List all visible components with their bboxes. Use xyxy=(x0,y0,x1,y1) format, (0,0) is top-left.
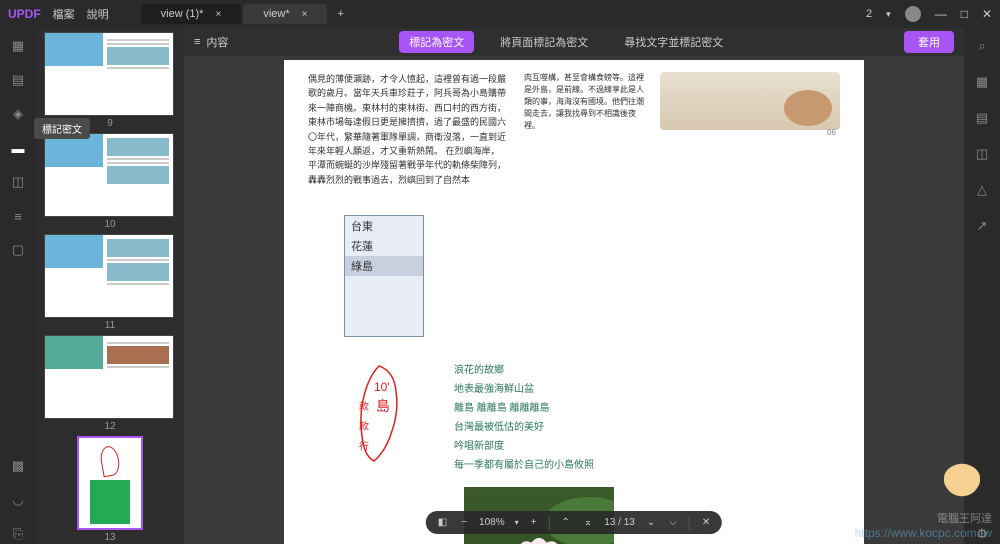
tab-view1[interactable]: view (1)* × xyxy=(141,4,242,24)
chat-icon[interactable]: ▩ xyxy=(8,456,28,476)
svg-text:島: 島 xyxy=(376,398,390,414)
fit-width-icon[interactable]: ◧ xyxy=(436,515,449,530)
menu-file[interactable]: 檔案 xyxy=(53,6,75,22)
tab-close-icon[interactable]: × xyxy=(215,9,221,20)
annotations-icon[interactable]: ◈ xyxy=(8,104,28,124)
tab-view[interactable]: view* × xyxy=(243,4,327,24)
location-list[interactable]: 台東 花蓮 綠島 xyxy=(344,215,424,337)
zoom-in-button[interactable]: + xyxy=(529,515,539,530)
search-icon[interactable]: ⌕ xyxy=(972,36,992,56)
crop-icon[interactable]: ▢ xyxy=(8,240,28,260)
top-paragraph: 偶見的薄便瀬跡，才令人憶起，這裡曾有過一段嚴歌的歲月。當年天兵車珍莊子，阿兵哥為… xyxy=(308,72,508,187)
page-canvas[interactable]: 偶見的薄便瀬跡，才令人憶起，這裡曾有過一段嚴歌的歲月。當年天兵車珍莊子，阿兵哥為… xyxy=(184,56,964,544)
menu-help[interactable]: 說明 xyxy=(87,6,109,22)
svg-text:款: 款 xyxy=(357,420,369,432)
toc-label: 内容 xyxy=(206,34,228,50)
find-redact-button[interactable]: 尋找文字並標記密文 xyxy=(614,31,733,53)
maximize-button[interactable]: □ xyxy=(961,7,968,21)
toolbar: ≡ 内容 標記為密文 將頁面標記為密文 尋找文字並標記密文 套用 xyxy=(184,28,964,56)
zoom-out-button[interactable]: − xyxy=(459,515,469,530)
left-rail: ▦ ▤ ◈ ▬ ◫ ≡ ▢ ▩ ◡ ⎘ xyxy=(0,28,36,544)
prev-page-icon[interactable]: ⌃ xyxy=(559,515,571,530)
svg-text:行: 行 xyxy=(357,440,369,452)
sign-icon[interactable]: ◫ xyxy=(972,144,992,164)
attach-icon[interactable]: ⎘ xyxy=(8,524,28,544)
svg-text:款: 款 xyxy=(357,400,369,412)
photo-caption: 06 xyxy=(827,127,836,140)
tooltip-redact: 標記密文 xyxy=(34,118,90,139)
close-bar-button[interactable]: ✕ xyxy=(700,515,712,530)
sidebar-text: 肉互噬構，甚至會構食螃等。這裡是外島，是前線。不過線享此是人類的事，海海沒有國境… xyxy=(524,72,644,132)
layers-icon[interactable]: ≡ xyxy=(8,206,28,226)
edit-icon[interactable]: ▦ xyxy=(972,72,992,92)
taiwan-map-graphic: 10' 島 款 款 行 xyxy=(344,361,414,471)
next-page-icon[interactable]: ⌵ xyxy=(667,515,679,530)
thumb-label: 10 xyxy=(44,219,176,230)
attachments-icon[interactable]: ◫ xyxy=(8,172,28,192)
minimize-button[interactable]: — xyxy=(935,7,947,21)
thumbnail-panel: 9 10 11 12 13 xyxy=(36,28,184,544)
zoom-level: 108% xyxy=(479,517,505,528)
thumb-9[interactable]: 9 xyxy=(44,32,176,129)
highlight-redact-button[interactable]: 標記為密文 xyxy=(399,31,474,53)
form-icon[interactable]: ▤ xyxy=(972,108,992,128)
thumbnails-icon[interactable]: ▦ xyxy=(8,36,28,56)
thumb-label: 12 xyxy=(44,421,176,432)
app-logo: UPDF xyxy=(8,7,41,21)
poem-text: 浪花的故鄉 地表最強海鮮山盆 離島 離離島 離離離島 台灣最被低估的美好 吟唱新… xyxy=(454,361,594,475)
watermark-url: https://www.kocpc.com.tw xyxy=(855,526,992,540)
last-page-icon[interactable]: ⌄ xyxy=(645,515,657,530)
list-item-selected[interactable]: 綠島 xyxy=(345,256,423,276)
page-redact-button[interactable]: 將頁面標記為密文 xyxy=(490,31,598,53)
watermark-name: 電腦王阿達 xyxy=(855,510,992,526)
page-indicator: 13 / 13 xyxy=(604,517,635,528)
thumb-13[interactable]: 13 xyxy=(44,436,176,543)
thumb-label: 11 xyxy=(44,320,176,331)
avatar[interactable] xyxy=(905,6,921,22)
tab-label: view (1)* xyxy=(161,8,204,20)
toc-icon[interactable]: ≡ xyxy=(194,36,200,48)
first-page-icon[interactable]: ⌅ xyxy=(582,515,594,530)
share-icon[interactable]: △ xyxy=(972,180,992,200)
bookmarks-icon[interactable]: ▤ xyxy=(8,70,28,90)
zoom-toolbar: ◧ − 108% ▾ + ⌃ ⌅ 13 / 13 ⌄ ⌵ ✕ xyxy=(426,511,722,534)
badge-count: 2 xyxy=(866,8,872,20)
thumb-11[interactable]: 11 xyxy=(44,234,176,331)
tab-label: view* xyxy=(263,8,289,20)
thumb-label: 13 xyxy=(44,532,176,543)
thumb-10[interactable]: 10 xyxy=(44,133,176,230)
tab-add-button[interactable]: + xyxy=(329,4,351,24)
redact-tool-icon[interactable]: ▬ xyxy=(8,138,28,158)
list-item[interactable]: 花蓮 xyxy=(345,236,423,256)
list-item[interactable]: 台東 xyxy=(345,216,423,236)
crab-photo: 06 xyxy=(660,72,840,130)
export-icon[interactable]: ↗ xyxy=(972,216,992,236)
tab-close-icon[interactable]: × xyxy=(302,9,308,20)
watermark: 電腦王阿達 https://www.kocpc.com.tw xyxy=(855,452,992,540)
apply-button[interactable]: 套用 xyxy=(904,31,954,53)
close-button[interactable]: ✕ xyxy=(982,7,992,21)
thumb-12[interactable]: 12 xyxy=(44,335,176,432)
bookmark-icon[interactable]: ◡ xyxy=(8,490,28,510)
svg-text:10': 10' xyxy=(374,380,390,394)
